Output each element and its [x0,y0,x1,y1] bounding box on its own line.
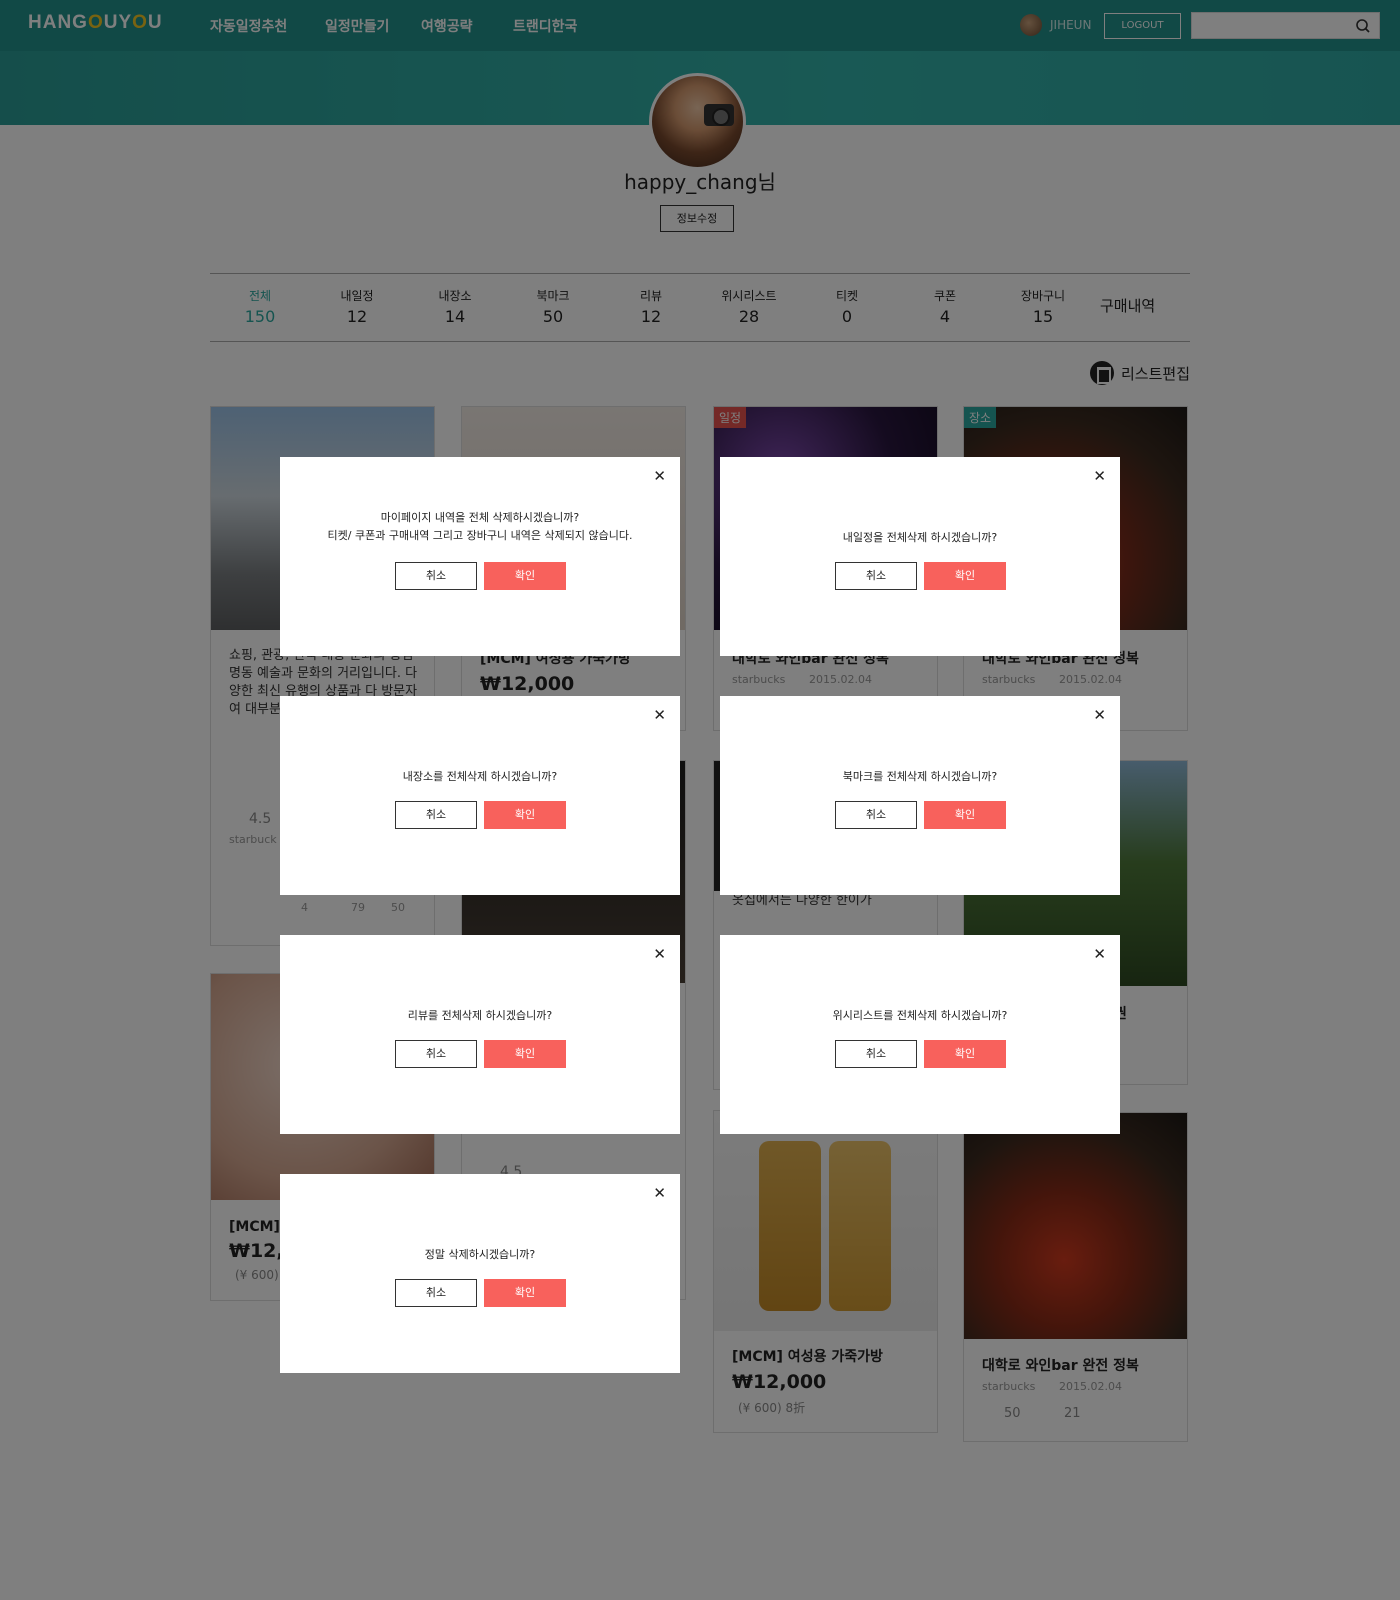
modal-message: 정말 삭제하시겠습니까? [424,1248,536,1261]
cancel-button[interactable]: 취소 [835,801,917,829]
modal-message: 내장소를 전체삭제 하시겠습니까? [402,770,558,783]
close-icon[interactable]: ✕ [1093,467,1106,485]
close-icon[interactable]: ✕ [1093,706,1106,724]
close-icon[interactable]: ✕ [1093,945,1106,963]
modal-confirm-delete: ✕ 정말 삭제하시겠습니까? 취소 확인 [280,1174,680,1373]
confirm-button[interactable]: 확인 [924,562,1006,590]
modal-message: 북마크를 전체삭제 하시겠습니까? [842,770,998,783]
close-icon[interactable]: ✕ [653,467,666,485]
modal-message: 리뷰를 전체삭제 하시겠습니까? [407,1009,553,1022]
confirm-button[interactable]: 확인 [484,562,566,590]
close-icon[interactable]: ✕ [653,1184,666,1202]
modal-delete-schedule: ✕ 내일정을 전체삭제 하시겠습니까? 취소 확인 [720,457,1120,656]
confirm-button[interactable]: 확인 [484,801,566,829]
modal-delete-wishlist: ✕ 위시리스트를 전체삭제 하시겠습니까? 취소 확인 [720,935,1120,1134]
confirm-button[interactable]: 확인 [924,801,1006,829]
confirm-button[interactable]: 확인 [484,1040,566,1068]
cancel-button[interactable]: 취소 [395,801,477,829]
modal-message: 내일정을 전체삭제 하시겠습니까? [842,531,998,544]
cancel-button[interactable]: 취소 [395,1279,477,1307]
close-icon[interactable]: ✕ [653,945,666,963]
cancel-button[interactable]: 취소 [395,562,477,590]
close-icon[interactable]: ✕ [653,706,666,724]
modal-overlay[interactable] [0,0,1400,1600]
confirm-button[interactable]: 확인 [484,1279,566,1307]
modal-delete-bookmark: ✕ 북마크를 전체삭제 하시겠습니까? 취소 확인 [720,696,1120,895]
cancel-button[interactable]: 취소 [835,1040,917,1068]
cancel-button[interactable]: 취소 [835,562,917,590]
modal-delete-all: ✕ 마이페이지 내역을 전체 삭제하시겠습니까? 티켓/ 쿠폰과 구매내역 그리… [280,457,680,656]
modal-submessage: 티켓/ 쿠폰과 구매내역 그리고 장바구니 내역은 삭제되지 않습니다. [327,529,633,542]
modal-message: 마이페이지 내역을 전체 삭제하시겠습니까? [380,511,580,524]
modal-message: 위시리스트를 전체삭제 하시겠습니까? [832,1009,1008,1022]
cancel-button[interactable]: 취소 [395,1040,477,1068]
modal-delete-place: ✕ 내장소를 전체삭제 하시겠습니까? 취소 확인 [280,696,680,895]
modal-delete-review: ✕ 리뷰를 전체삭제 하시겠습니까? 취소 확인 [280,935,680,1134]
confirm-button[interactable]: 확인 [924,1040,1006,1068]
